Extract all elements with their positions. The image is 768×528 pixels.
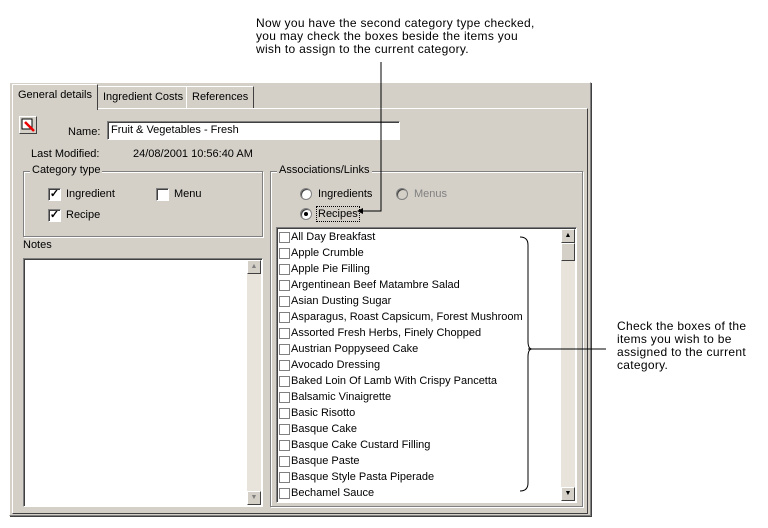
annotation-lines — [357, 62, 606, 492]
tab-general-details[interactable]: General details — [12, 84, 98, 110]
